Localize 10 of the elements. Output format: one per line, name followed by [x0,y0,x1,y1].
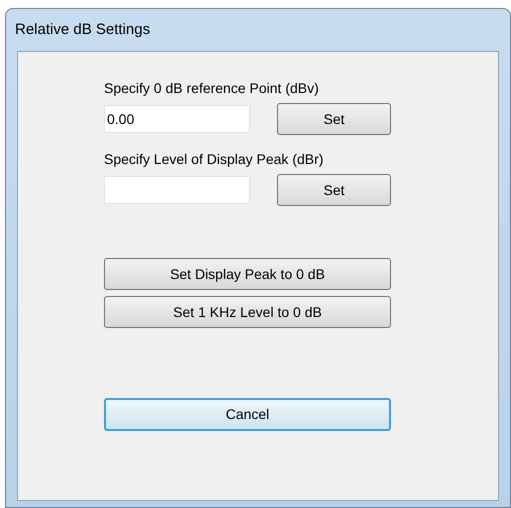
window-title: Relative dB Settings [15,20,150,40]
field-label: Specify Level of Display Peak (dBr) [104,150,324,169]
field-label: Specify 0 dB reference Point (dBv) [104,79,320,98]
action-button[interactable]: Set Display Peak to 0 dB [104,258,391,290]
input-field[interactable]: 0.00 [104,105,250,133]
set-button[interactable]: Set [277,103,391,135]
action-button[interactable]: Set 1 KHz Level to 0 dB [104,296,391,328]
cancel-button[interactable]: Cancel [104,398,391,431]
input-field[interactable] [104,176,250,204]
set-button[interactable]: Set [277,174,391,206]
